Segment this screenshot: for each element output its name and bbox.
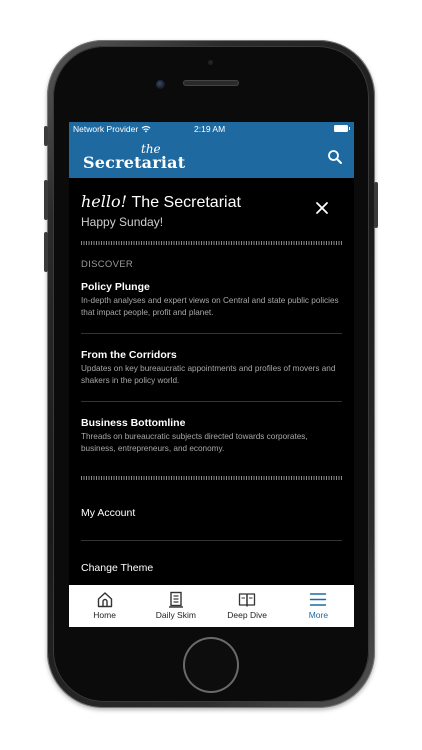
mute-switch: [44, 126, 48, 146]
app-screen: Network Provider 2:19 AM the Secretariat…: [69, 122, 354, 627]
home-button[interactable]: [185, 639, 237, 691]
greeting-title: hello! The Secretariat: [81, 192, 241, 212]
menu-item-title: Policy Plunge: [81, 281, 150, 293]
tab-deep-dive[interactable]: Deep Dive: [212, 585, 283, 627]
tab-label: Deep Dive: [227, 610, 267, 620]
tab-home[interactable]: Home: [69, 585, 140, 627]
menu-item-title: From the Corridors: [81, 349, 177, 361]
menu-item-from-the-corridors[interactable]: From the Corridors Updates on key bureau…: [81, 349, 342, 387]
close-icon[interactable]: [315, 201, 329, 215]
dashed-divider: [81, 241, 342, 245]
logo-name: Secretariat: [83, 153, 186, 172]
home-icon: [97, 592, 112, 608]
tab-more[interactable]: More: [283, 585, 354, 627]
wifi-icon: [141, 126, 151, 133]
proximity-sensor: [208, 60, 213, 65]
network-provider-label: Network Provider: [73, 124, 139, 134]
book-icon: [238, 593, 256, 607]
app-header: the Secretariat: [69, 136, 354, 178]
change-theme-item[interactable]: Change Theme: [81, 562, 153, 574]
search-icon[interactable]: [327, 149, 343, 165]
status-bar: Network Provider 2:19 AM: [69, 122, 354, 136]
menu-item-policy-plunge[interactable]: Policy Plunge In-depth analyses and expe…: [81, 281, 342, 319]
battery-icon: [334, 125, 350, 132]
status-time: 2:19 AM: [194, 124, 226, 134]
divider: [81, 540, 342, 541]
greeting-hello: hello!: [81, 192, 128, 211]
menu-item-description: Threads on bureaucratic subjects directe…: [81, 432, 308, 453]
earpiece-speaker: [183, 80, 239, 86]
tab-label: More: [308, 610, 329, 620]
tab-daily-skim[interactable]: Daily Skim: [140, 585, 211, 627]
menu-icon: [310, 593, 327, 606]
dashed-divider: [81, 476, 342, 480]
my-account-item[interactable]: My Account: [81, 507, 135, 519]
app-logo[interactable]: the Secretariat: [83, 142, 193, 174]
bottom-tab-bar: Home Daily Skim Deep Dive More: [69, 585, 354, 627]
power-button: [374, 182, 378, 228]
greeting-brand: The Secretariat: [131, 194, 241, 211]
menu-item-description: Updates on key bureaucratic appointments…: [81, 364, 336, 385]
tab-label: Daily Skim: [155, 610, 196, 620]
menu-item-description: In-depth analyses and expert views on Ce…: [81, 296, 339, 317]
document-icon: [168, 591, 183, 608]
front-camera: [156, 80, 165, 89]
menu-item-business-bottomline[interactable]: Business Bottomline Threads on bureaucra…: [81, 417, 342, 455]
network-provider: Network Provider: [73, 124, 151, 134]
discover-label: DISCOVER: [81, 259, 134, 270]
divider: [81, 333, 342, 334]
greeting-subtitle: Happy Sunday!: [81, 215, 164, 229]
volume-down-button: [44, 232, 48, 272]
menu-item-title: Business Bottomline: [81, 417, 186, 429]
divider: [81, 401, 342, 402]
tab-label: Home: [93, 610, 116, 620]
volume-up-button: [44, 180, 48, 220]
